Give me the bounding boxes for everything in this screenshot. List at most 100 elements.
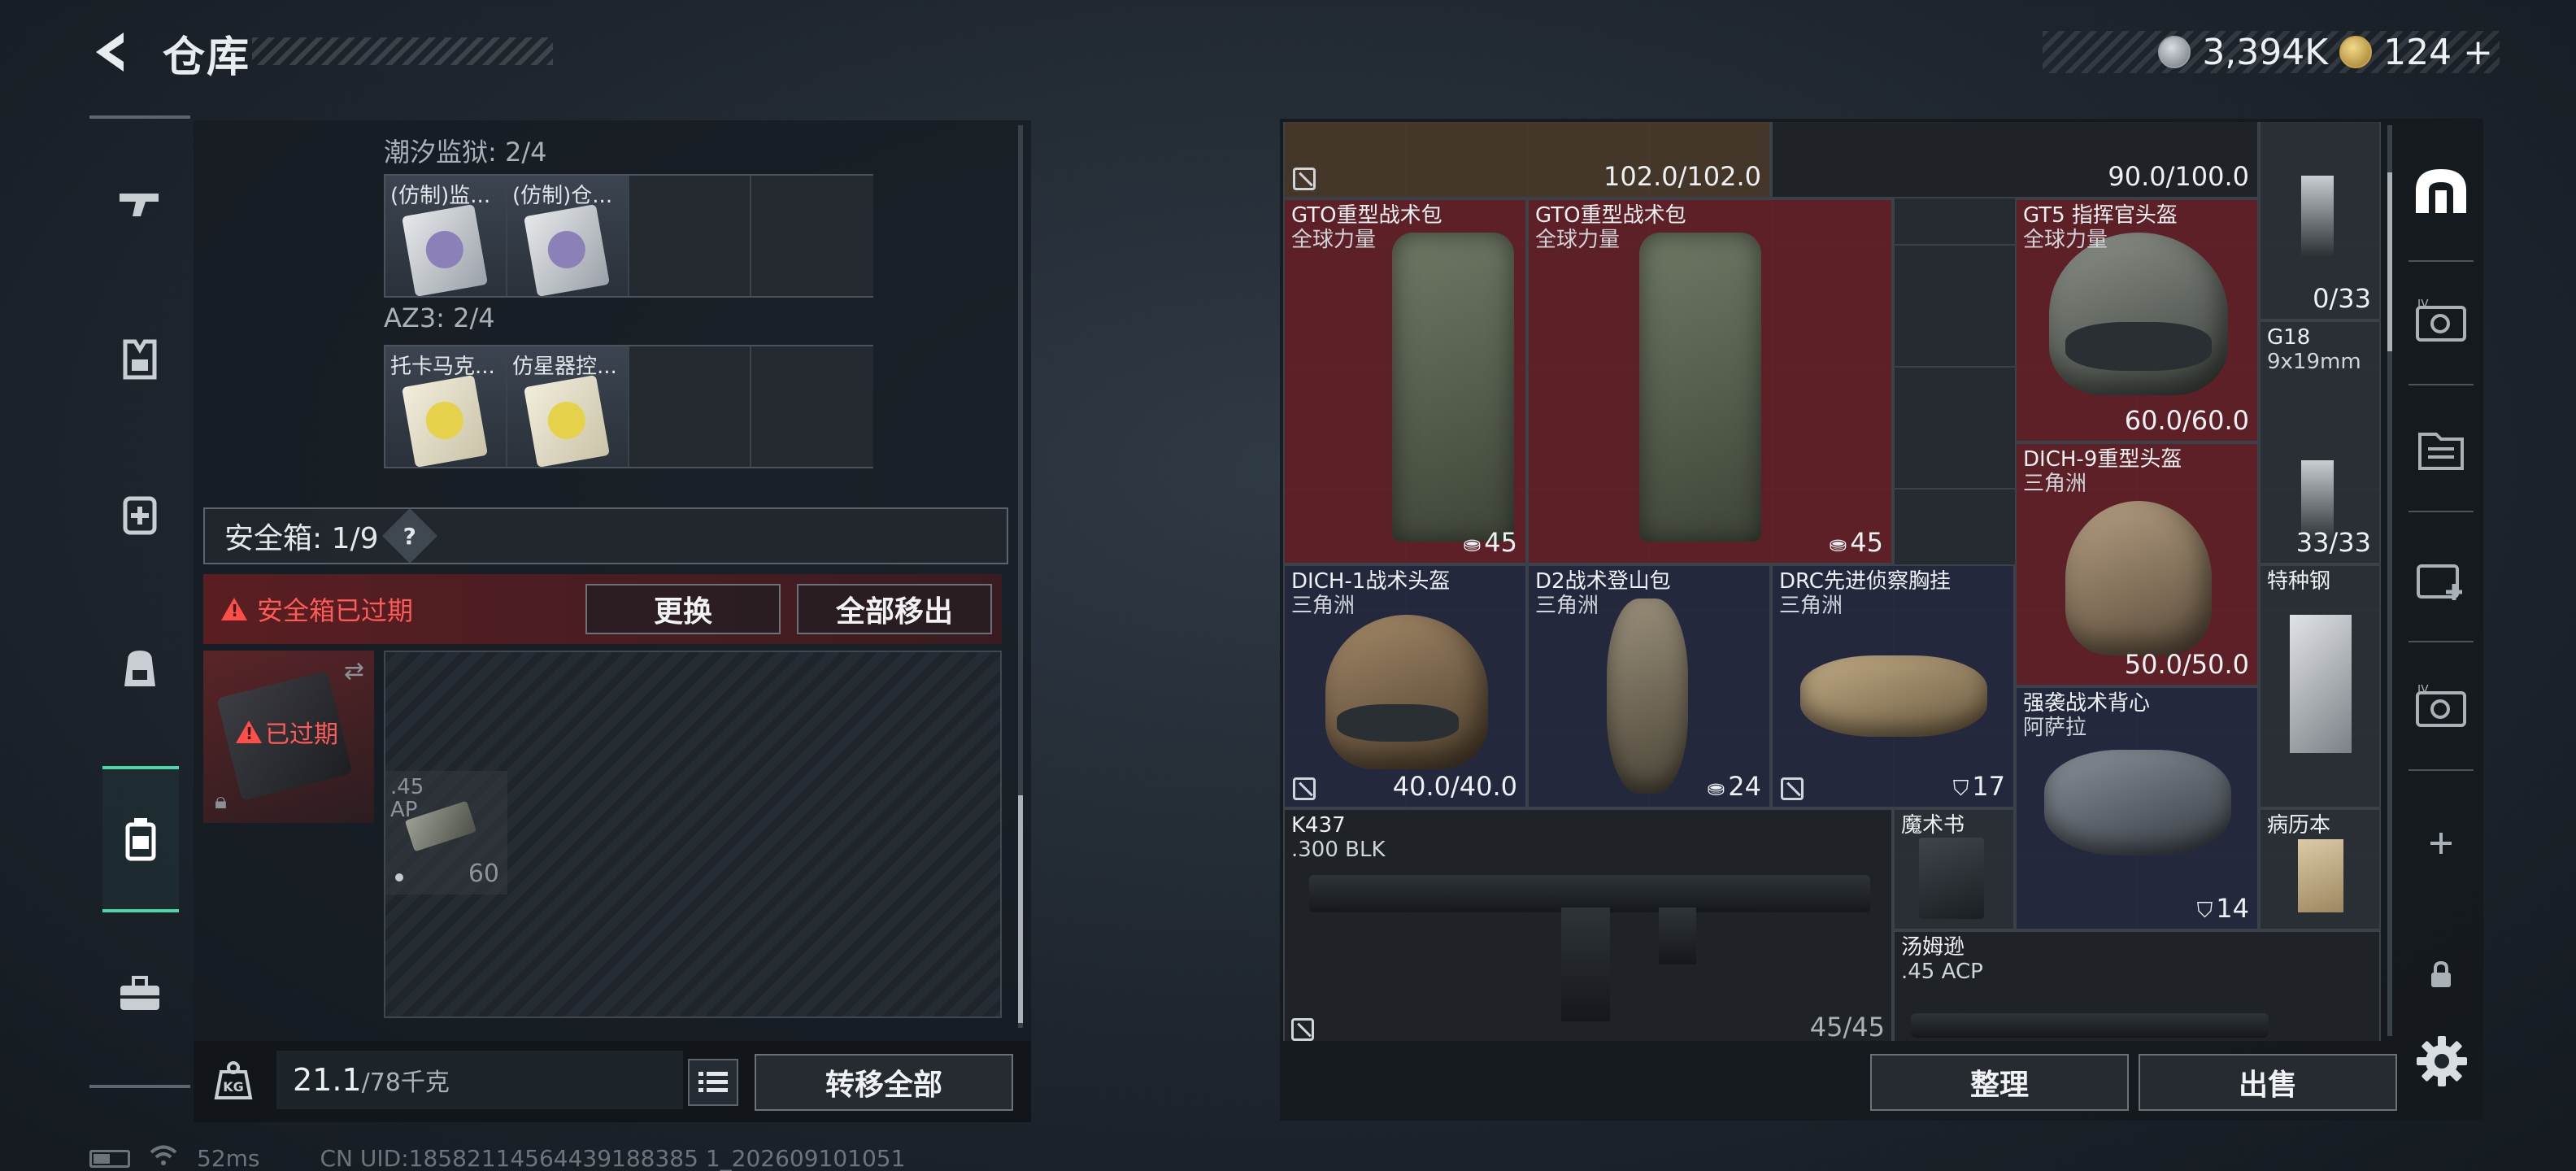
replace-button[interactable]: 更换 bbox=[585, 584, 781, 634]
smg-image bbox=[1911, 1013, 2269, 1038]
ammo-name: .45 AP bbox=[390, 775, 424, 822]
sell-button[interactable]: 出售 bbox=[2139, 1054, 2397, 1111]
inventory-item-k437-rifle[interactable]: K437 .300 BLK bbox=[1283, 808, 1893, 1041]
backpack-capacity-icon: ⛂ bbox=[1463, 533, 1482, 557]
warning-icon bbox=[236, 720, 262, 743]
expired-tag: 已过期 bbox=[236, 714, 338, 750]
rnav-medical[interactable] bbox=[2399, 517, 2483, 639]
battery-icon bbox=[89, 1149, 130, 1168]
inventory-item[interactable]: 90.0/100.0 bbox=[1771, 122, 2259, 198]
list-view-button[interactable] bbox=[688, 1059, 738, 1106]
empty-slot[interactable] bbox=[751, 346, 873, 467]
nav-secure-box[interactable] bbox=[102, 766, 179, 912]
item-capacity: ⛂ 24 bbox=[1707, 771, 1761, 802]
rnav-documents[interactable] bbox=[2399, 389, 2483, 511]
rnav-locked[interactable] bbox=[2399, 914, 2483, 1036]
repair-icon bbox=[1291, 1018, 1314, 1041]
weapon-icon bbox=[120, 194, 159, 216]
ammo-item[interactable]: .45 AP 60 bbox=[385, 771, 507, 895]
transfer-all-button[interactable]: 转移全部 bbox=[755, 1054, 1013, 1111]
empty-slot[interactable] bbox=[751, 176, 873, 296]
backpack-image bbox=[1607, 599, 1688, 794]
secure-box-tile[interactable]: ⇄ 已过期 🔒︎ bbox=[203, 651, 374, 823]
back-arrow-icon[interactable] bbox=[88, 28, 137, 76]
item-faction: 阿萨拉 bbox=[2023, 716, 2087, 740]
inventory-item-steel[interactable]: 特种钢 bbox=[2259, 564, 2381, 808]
repair-icon bbox=[1293, 168, 1316, 190]
wifi-icon bbox=[150, 1145, 177, 1171]
inventory-scrollbar-thumb[interactable] bbox=[2387, 172, 2392, 351]
inventory-item-assault-vest[interactable]: 强袭战术背心 阿萨拉 ⛉ 14 bbox=[2015, 686, 2259, 930]
add-gold-button[interactable]: + bbox=[2463, 32, 2493, 73]
item-faction: 全球力量 bbox=[2023, 228, 2108, 252]
item-name: DICH-1战术头盔 bbox=[1291, 569, 1451, 594]
empty-slot[interactable] bbox=[629, 346, 751, 467]
move-all-out-button[interactable]: 全部移出 bbox=[797, 584, 992, 634]
stash-item[interactable]: (仿制)仓... bbox=[507, 176, 629, 298]
help-glyph: ? bbox=[402, 522, 416, 550]
helmet-visor bbox=[2065, 322, 2212, 371]
vest-image bbox=[2044, 750, 2231, 855]
medical-case-icon bbox=[2417, 564, 2462, 600]
rnav-keycards[interactable]: IV bbox=[2399, 260, 2483, 382]
rnav-keycards-2[interactable]: IV bbox=[2399, 646, 2483, 768]
item-faction: 三角洲 bbox=[1779, 594, 1843, 618]
stash-item[interactable]: 仿星器控... bbox=[507, 346, 629, 468]
stash-item[interactable]: 托卡马克... bbox=[385, 346, 507, 468]
durability-value: 50.0/50.0 bbox=[2124, 649, 2249, 680]
sort-button[interactable]: 整理 bbox=[1870, 1054, 2129, 1111]
nav-medical[interactable] bbox=[89, 441, 190, 587]
inventory-item-gto-backpack[interactable]: GTO重型战术包 全球力量 ⛂ 45 bbox=[1527, 198, 1893, 564]
inventory-item-magazine[interactable]: 0/33 bbox=[2259, 122, 2381, 320]
left-scrollbar-thumb[interactable] bbox=[1018, 795, 1023, 1023]
inventory-item-g18-magazine[interactable]: G18 9x19mm 33/33 bbox=[2259, 320, 2381, 564]
inventory-item[interactable]: 102.0/102.0 bbox=[1283, 122, 1771, 198]
empty-slot[interactable] bbox=[629, 176, 751, 296]
nav-weapons[interactable] bbox=[89, 132, 190, 278]
vest-capacity-icon: ⛉ bbox=[1952, 777, 1969, 801]
medkit-icon bbox=[123, 496, 157, 535]
inventory-item-drc-chest-rig[interactable]: DRC先进侦察胸挂 三角洲 ⛉ 17 bbox=[1771, 564, 2015, 808]
rnav-add-tab[interactable] bbox=[2399, 782, 2483, 904]
item-name: GTO重型战术包 bbox=[1291, 203, 1442, 228]
group-label-az3: AZ3: 2/4 bbox=[384, 303, 495, 333]
az3-slots: 托卡马克... 仿星器控... bbox=[384, 345, 873, 468]
status-line: 52ms CN UID:18582114564439188385 1_20260… bbox=[89, 1145, 905, 1171]
backpack-image bbox=[1392, 233, 1514, 542]
ping: 52ms bbox=[197, 1145, 260, 1171]
inventory-item-dich1-helmet[interactable]: DICH-1战术头盔 三角洲 40.0/40.0 bbox=[1283, 564, 1527, 808]
page-title: 仓库 bbox=[163, 33, 251, 82]
inventory-item-gt5-helmet[interactable]: GT5 指挥官头盔 全球力量 60.0/60.0 bbox=[2015, 198, 2259, 442]
item-name: 强袭战术背心 bbox=[2023, 691, 2151, 716]
rifle-grip bbox=[1659, 908, 1696, 964]
book-image bbox=[1919, 838, 1984, 919]
chest-rig-image bbox=[1800, 655, 1987, 737]
inventory-item-thompson[interactable]: 汤姆逊 .45 ACP bbox=[1893, 930, 2381, 1041]
ammo-count: 60 bbox=[468, 860, 499, 888]
item-faction: 三角洲 bbox=[2023, 472, 2087, 496]
inventory-item-medical-record[interactable]: 病历本 bbox=[2259, 808, 2381, 930]
nav-armor[interactable] bbox=[89, 286, 190, 433]
helmet-visor bbox=[1337, 704, 1459, 742]
nav-backpack[interactable] bbox=[89, 595, 190, 742]
svg-text:IV: IV bbox=[2417, 685, 2429, 696]
swap-icon[interactable]: ⇄ bbox=[344, 657, 364, 686]
inventory-item-magic-book[interactable]: 魔术书 bbox=[1893, 808, 2015, 930]
svg-text:KG: KG bbox=[223, 1079, 244, 1095]
rnav-stash[interactable] bbox=[2399, 130, 2483, 252]
inventory-item-dich9-helmet[interactable]: DICH-9重型头盔 三角洲 50.0/50.0 bbox=[2015, 442, 2259, 686]
inventory-item-d2-backpack[interactable]: D2战术登山包 三角洲 ⛂ 24 bbox=[1527, 564, 1771, 808]
backpack-capacity-icon: ⛂ bbox=[1829, 533, 1847, 557]
stash-item-name: (仿制)监... bbox=[390, 184, 491, 208]
lock-icon bbox=[2431, 960, 2451, 987]
inventory-item-gto-backpack[interactable]: GTO重型战术包 全球力量 ⛂ 45 bbox=[1283, 198, 1527, 564]
stash-item[interactable]: (仿制)监... bbox=[385, 176, 507, 298]
ammo-dot bbox=[395, 873, 403, 882]
helmet-image bbox=[1325, 615, 1488, 769]
svg-text:IV: IV bbox=[2417, 299, 2429, 311]
nav-tools[interactable] bbox=[89, 921, 190, 1067]
gear-icon[interactable] bbox=[2413, 1033, 2470, 1090]
helmet-image bbox=[2049, 233, 2228, 395]
vest-capacity-icon: ⛉ bbox=[2196, 899, 2213, 923]
help-icon[interactable]: ? bbox=[381, 508, 437, 564]
